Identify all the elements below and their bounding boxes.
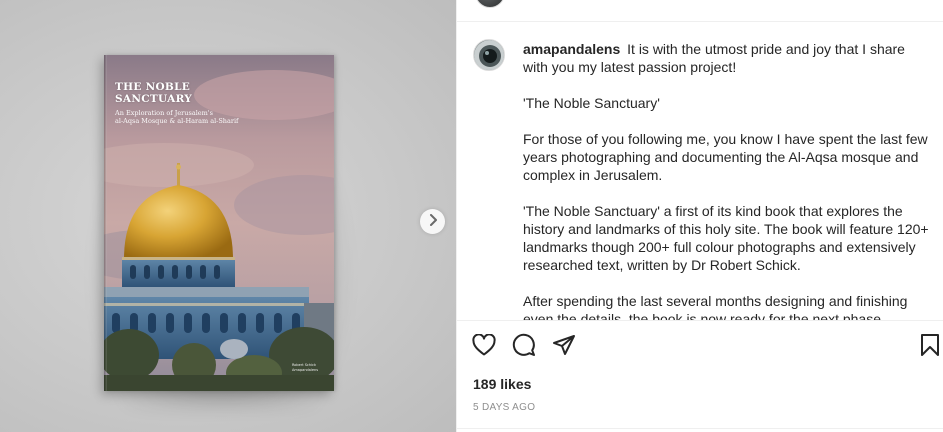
save-button[interactable] <box>917 333 943 362</box>
bookmark-icon <box>920 333 940 362</box>
book-subtitle: An Exploration of Jerusalem's al-Aqsa Mo… <box>115 109 239 125</box>
caption-paragraph: 'The Noble Sanctuary' <box>523 95 660 111</box>
avatar-photo <box>474 40 504 70</box>
header-avatar[interactable] <box>475 0 505 8</box>
post-media[interactable]: THE NOBLE SANCTUARY An Exploration of Je… <box>0 0 456 432</box>
chevron-right-icon <box>428 213 438 231</box>
share-icon <box>552 333 576 362</box>
caption-paragraph: After spending the last several months d… <box>523 293 908 320</box>
comment-icon <box>512 333 536 362</box>
caption-paragraph: For those of you following me, you know … <box>523 131 928 183</box>
book-title: THE NOBLE SANCTUARY <box>115 81 193 105</box>
book-cover-photo <box>104 55 334 391</box>
caption-text: amapandalens It is with the utmost pride… <box>523 40 933 320</box>
like-button[interactable] <box>471 332 497 361</box>
username-link[interactable]: amapandalens <box>523 41 620 57</box>
next-media-button[interactable] <box>420 209 445 234</box>
avatar[interactable] <box>473 39 505 71</box>
post-timestamp[interactable]: 5 DAYS AGO <box>473 402 535 413</box>
action-bar <box>457 330 943 364</box>
actions-divider <box>457 320 943 321</box>
likes-count[interactable]: 189 likes <box>473 376 531 392</box>
heart-icon <box>472 332 496 361</box>
comment-button[interactable] <box>511 333 537 362</box>
post-side-panel: amapandalens It is with the utmost pride… <box>456 0 943 432</box>
caption-paragraph: amapandalens It is with the utmost pride… <box>523 40 933 76</box>
book-cover: THE NOBLE SANCTUARY An Exploration of Je… <box>104 55 334 391</box>
book-spine <box>104 55 107 391</box>
book-credit: Robert Schick Amapandalens <box>292 363 319 372</box>
share-button[interactable] <box>551 334 577 360</box>
footer-divider <box>457 428 943 429</box>
caption-paragraph: 'The Noble Sanctuary' a first of its kin… <box>523 203 929 273</box>
caption-section[interactable]: amapandalens It is with the utmost pride… <box>457 22 943 320</box>
